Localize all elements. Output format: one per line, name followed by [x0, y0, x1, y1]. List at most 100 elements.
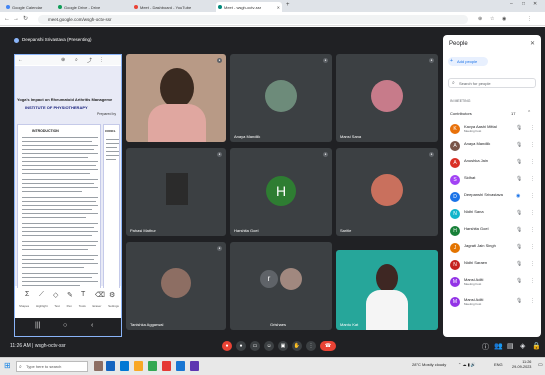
profile-icon[interactable]: ◉ — [502, 15, 506, 23]
poster-page: Yoga's Impact on Rheumatoid Arthritis Ma… — [15, 66, 121, 294]
participant-tile[interactable]: Mantu Kat — [336, 250, 438, 330]
file-explorer-icon[interactable] — [134, 361, 143, 371]
taskbar-search-input[interactable]: ⌕ Type here to search — [16, 361, 88, 372]
participant-list-item[interactable]: A Anushka Jain 🎙 ⋮ — [448, 156, 538, 171]
eraser-icon[interactable]: ⌫ — [95, 291, 105, 299]
chat-icon[interactable]: ▤ — [507, 342, 514, 350]
close-tab-icon[interactable]: ✕ — [277, 5, 280, 10]
windows-start-icon[interactable]: ⊞ — [4, 361, 11, 370]
more-options-icon[interactable]: ⋮ — [530, 278, 535, 284]
language-indicator[interactable]: ENG — [494, 362, 503, 367]
participant-list-item[interactable]: A Anaya Mandlik 🎙 ⋮ — [448, 139, 538, 154]
recents-icon[interactable]: ||| — [35, 322, 40, 329]
contributors-label[interactable]: Contributors — [450, 111, 472, 116]
participant-list-item[interactable]: S Sidhat 🎙 ⋮ — [448, 173, 538, 188]
tab-drive[interactable]: Google Drive - Drive — [56, 2, 128, 12]
screen-share-tile[interactable]: ← ⊕ ⌕ ⤴ ⋮ Yoga's Impact on Rheumatoid Ar… — [14, 54, 122, 337]
browser-menu-icon[interactable]: ⋮ — [527, 15, 532, 23]
settings-icon[interactable]: ⚙ — [109, 291, 115, 299]
edge-icon[interactable] — [120, 361, 129, 371]
weather-widget[interactable]: 28°C Mostly cloudy — [412, 362, 446, 367]
participant-list-item[interactable]: N Nidhi Saraen 🎙 ⋮ — [448, 258, 538, 273]
participant-list-item[interactable]: H Harshita Goel 🎙 ⋮ — [448, 224, 538, 239]
search-icon[interactable]: ⌕ — [75, 57, 78, 63]
reload-icon[interactable]: ↻ — [23, 15, 28, 23]
people-icon[interactable]: 👥 — [494, 342, 503, 350]
emoji-icon: ☺ — [266, 343, 272, 349]
chevron-up-icon[interactable]: ⌃ — [527, 110, 531, 116]
more-options-icon[interactable]: ⋮ — [530, 176, 535, 182]
raise-hand-button[interactable]: ✋ — [292, 341, 302, 351]
tools-icon[interactable]: T — [81, 291, 85, 298]
participant-tile[interactable]: Tanishka Aggarwal ● — [126, 242, 226, 330]
participant-tile[interactable]: Anaya Mandlik ● — [230, 54, 332, 142]
participant-list-item[interactable]: M Mansi Aditi Meeting host 🎙 ⋮ — [448, 275, 538, 290]
more-options-icon[interactable]: ⋮ — [530, 142, 535, 148]
back-icon[interactable]: ← — [4, 15, 10, 23]
tray-icons[interactable]: ⌃ ☁ ▮ 🔊 — [458, 362, 476, 367]
tab-calendar[interactable]: Google Calendar — [4, 2, 54, 12]
office-icon[interactable] — [162, 361, 171, 371]
activities-icon[interactable]: ◈ — [520, 342, 525, 350]
captions-button[interactable]: ▭ — [250, 341, 260, 351]
camera-button[interactable]: ● — [236, 341, 246, 351]
zoom-icon[interactable]: ⊕ — [61, 57, 65, 63]
notifications-icon[interactable]: ▭ — [538, 362, 543, 368]
bookmark-icon[interactable]: ☆ — [490, 15, 494, 23]
more-options-button[interactable]: ⋮ — [306, 341, 316, 351]
back-nav-icon[interactable]: ‹ — [91, 322, 93, 329]
close-panel-icon[interactable]: ✕ — [530, 40, 535, 47]
app-thumbnail-icon[interactable] — [94, 361, 103, 371]
extension-icon[interactable]: ⊕ — [478, 15, 482, 23]
emoji-button[interactable]: ☺ — [264, 341, 274, 351]
participant-tile[interactable]: Pahasi Mathur ● — [126, 148, 226, 236]
share-icon[interactable]: ⤴ — [87, 57, 92, 64]
more-options-icon[interactable]: ⋮ — [530, 210, 535, 216]
home-icon[interactable]: ○ — [63, 322, 67, 329]
host-controls-icon[interactable]: 🔒 — [532, 342, 541, 350]
new-tab-icon[interactable]: + — [286, 2, 290, 8]
more-options-icon[interactable]: ⋮ — [530, 298, 535, 304]
participant-list-item[interactable]: K Kavya Aashi Mittal Meeting host 🎙 ⋮ — [448, 122, 538, 137]
chrome-icon[interactable] — [148, 361, 157, 371]
leave-call-button[interactable]: ☎ — [320, 341, 336, 351]
url-input[interactable]: meet.google.com/wsgh-octv-ssr — [38, 15, 468, 24]
taskbar-clock[interactable]: 11:26 29-09-2023 — [512, 360, 531, 370]
participant-list-item[interactable]: N Nidhi Sana 🎙 ⋮ — [448, 207, 538, 222]
more-options-icon[interactable]: ⋮ — [530, 125, 535, 131]
participant-tile[interactable]: Mansi Sana ● — [336, 54, 438, 142]
word-icon[interactable] — [176, 361, 185, 371]
participant-tile[interactable]: Saritle ● — [336, 148, 438, 236]
tab-meet[interactable]: Meet - wsgh-octv-ssr ✕ — [216, 2, 282, 12]
shapes-icon[interactable]: Σ — [25, 291, 29, 298]
participant-list-item[interactable]: M Mansi Aditi Meeting host 🎙 ⋮ — [448, 295, 538, 310]
app-icon[interactable] — [190, 361, 199, 371]
task-view-icon[interactable] — [106, 361, 115, 371]
text-icon[interactable]: ◇ — [53, 291, 58, 299]
forward-icon[interactable]: → — [13, 15, 19, 23]
present-button[interactable]: ▣ — [278, 341, 288, 351]
more-options-icon[interactable]: ⋮ — [530, 227, 535, 233]
participant-tile[interactable]: H Harshita Goel ● — [230, 148, 332, 236]
mic-off-button[interactable]: ● — [222, 341, 232, 351]
participant-list-item[interactable]: J Jagrati Jain Singh 🎙 ⋮ — [448, 241, 538, 256]
back-icon[interactable]: ← — [18, 57, 23, 63]
more-options-icon[interactable]: ⋮ — [530, 244, 535, 250]
add-people-button[interactable]: + Add people — [448, 57, 488, 66]
minimize-icon[interactable]: – — [510, 1, 513, 7]
participant-tile[interactable]: r Grishaes — [230, 242, 332, 330]
tab-youtube[interactable]: Meet - Dashboard - YouTube — [132, 2, 212, 12]
pen-icon[interactable]: ✎ — [67, 291, 73, 299]
mic-muted-icon: ● — [429, 58, 434, 63]
info-icon[interactable]: ⓘ — [482, 342, 489, 352]
more-options-icon[interactable]: ⋮ — [530, 193, 535, 199]
maximize-icon[interactable]: □ — [522, 1, 525, 7]
highlight-icon[interactable]: ⟋ — [39, 291, 44, 299]
more-options-icon[interactable]: ⋮ — [530, 261, 535, 267]
participant-list-item[interactable]: D Deepanshi Srivastava ◉ ⋮ — [448, 190, 538, 205]
close-window-icon[interactable]: ✕ — [533, 1, 537, 7]
more-icon[interactable]: ⋮ — [99, 57, 104, 63]
participant-tile[interactable]: ● — [126, 54, 226, 142]
people-search-input[interactable]: ⌕ Search for people — [448, 78, 536, 88]
more-options-icon[interactable]: ⋮ — [530, 159, 535, 165]
